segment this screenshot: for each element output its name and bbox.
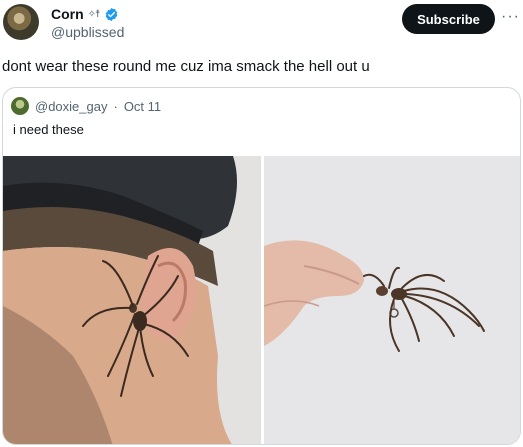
photo-spider-earring-image xyxy=(3,156,261,444)
quoted-tweet[interactable]: @doxie_gay · Oct 11 i need these xyxy=(2,87,521,445)
quote-separator: · xyxy=(113,98,118,114)
user-handle[interactable]: @upblissed xyxy=(51,24,124,40)
quote-date[interactable]: Oct 11 xyxy=(124,99,161,114)
name-emoji: ✧︎☨ xyxy=(87,8,101,20)
photo-hand-holding-spider[interactable] xyxy=(264,156,520,444)
subscribe-button[interactable]: Subscribe xyxy=(402,4,495,34)
tweet-text: dont wear these round me cuz ima smack t… xyxy=(2,58,370,75)
photo-hand-holding-spider-image xyxy=(264,156,520,444)
more-options-icon[interactable]: ··· xyxy=(501,8,520,26)
name-row: Corn ✧︎☨ xyxy=(51,4,119,24)
display-name[interactable]: Corn xyxy=(51,6,84,22)
quote-header: @doxie_gay · Oct 11 xyxy=(11,96,161,116)
tweet-header: Corn ✧︎☨ @upblissed Subscribe ··· xyxy=(0,0,523,50)
verified-badge-icon xyxy=(105,7,117,21)
user-avatar[interactable] xyxy=(3,4,39,40)
quote-avatar[interactable] xyxy=(11,97,29,115)
quote-text: i need these xyxy=(13,122,84,137)
photo-spider-earring[interactable] xyxy=(3,156,261,444)
quote-handle[interactable]: @doxie_gay xyxy=(35,99,107,114)
